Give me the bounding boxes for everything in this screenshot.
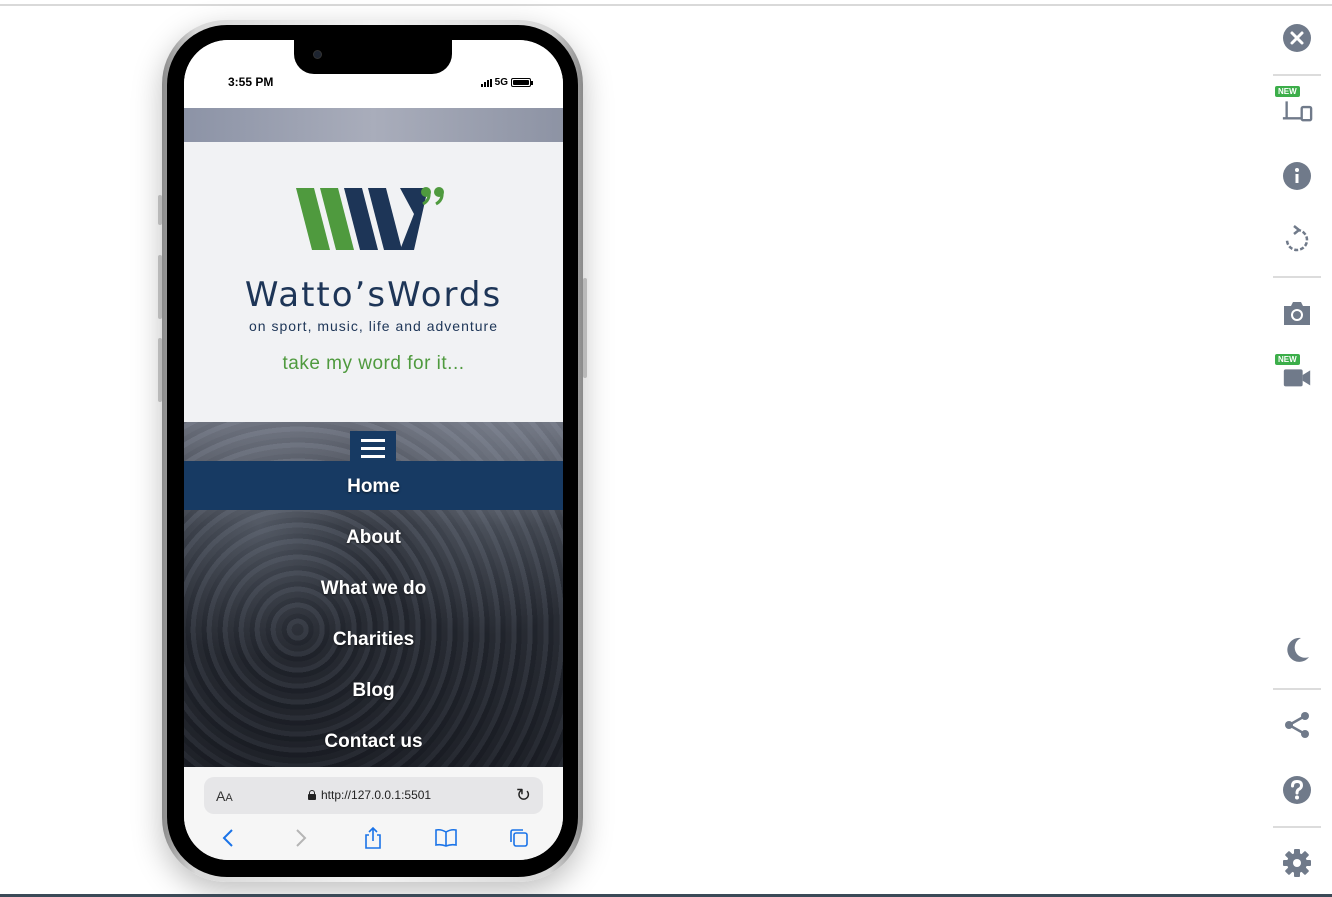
volume-up-button [158,255,162,319]
nav-item-what-we-do[interactable]: What we do [184,563,563,614]
tabs-icon[interactable] [504,823,534,853]
volume-down-button [158,338,162,402]
power-button [583,278,587,378]
network-label: 5G [494,77,508,88]
help-icon[interactable] [1281,774,1313,806]
video-icon[interactable]: NEW [1275,354,1313,392]
aa-small-label: A [225,792,233,804]
site-header: Watto’sWords on sport, music, life and a… [184,142,563,422]
close-icon[interactable] [1281,22,1313,54]
share-icon[interactable] [1281,709,1313,741]
moon-icon[interactable] [1281,634,1313,666]
info-icon[interactable] [1281,160,1313,192]
rotate-icon[interactable] [1281,224,1313,256]
aa-large-label: A [216,788,226,804]
phone-screen: 3:55 PM 5G Watto’sWords on sport, music,… [184,40,563,860]
front-camera [313,50,322,59]
phone-frame: 3:55 PM 5G Watto’sWords on sport, music,… [158,20,587,882]
site-logo[interactable] [296,184,448,254]
signal-icon [480,78,492,87]
site-tagline: on sport, music, life and adventure [248,318,498,334]
hamburger-menu-icon[interactable] [350,431,396,465]
toolbar-divider [1273,74,1321,76]
nav-item-home[interactable]: Home [184,461,563,512]
status-time: 3:55 PM [228,75,274,89]
nav-item-about[interactable]: About [184,512,563,563]
hero-image-strip [184,108,563,142]
toolbar-divider [1273,276,1321,278]
bookmarks-icon[interactable] [431,823,461,853]
toolbar-divider [1273,688,1321,690]
top-divider [0,4,1332,6]
camera-icon[interactable] [1281,297,1313,329]
url-display[interactable]: http://127.0.0.1:5501 [308,788,431,802]
site-motto: take my word for it... [282,353,465,374]
device-icon[interactable]: NEW [1275,86,1313,124]
new-badge: NEW [1275,354,1300,365]
forward-icon[interactable] [286,823,316,853]
nav-item-charities[interactable]: Charities [184,614,563,665]
safari-toolbar [184,823,563,853]
lock-icon [308,790,316,800]
main-nav: Home About What we do Charities Blog Con… [184,461,563,767]
safari-bottom-bar: AA http://127.0.0.1:5501 ↻ [184,767,563,860]
address-bar[interactable]: AA http://127.0.0.1:5501 ↻ [204,777,543,814]
text-size-button[interactable]: AA [216,788,233,804]
mute-switch [158,195,162,225]
gear-icon[interactable] [1281,847,1313,879]
site-brand-title: Watto’sWords [244,275,503,315]
back-icon[interactable] [213,823,243,853]
nav-item-contact-us[interactable]: Contact us [184,716,563,767]
battery-icon [511,78,533,87]
new-badge: NEW [1275,86,1300,97]
share-sheet-icon[interactable] [358,823,388,853]
status-indicators: 5G [480,77,533,88]
right-toolbar: NEW NEW [1270,0,1324,897]
toolbar-divider [1273,826,1321,828]
reload-icon[interactable]: ↻ [516,785,531,806]
url-text: http://127.0.0.1:5501 [321,788,432,802]
nav-item-blog[interactable]: Blog [184,665,563,716]
